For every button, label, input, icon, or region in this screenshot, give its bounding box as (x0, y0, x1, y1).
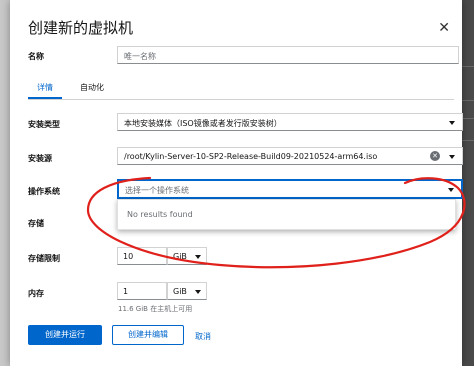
clear-icon[interactable]: ✕ (430, 151, 440, 161)
name-placeholder: 唯一名称 (124, 52, 156, 61)
os-select[interactable]: 选择一个操作系统 (117, 179, 463, 199)
tab-automation-label: 自动化 (80, 83, 104, 92)
memory-input[interactable]: 1 (117, 282, 167, 300)
chevron-down-icon (195, 255, 201, 259)
cancel-button[interactable]: 取消 (195, 331, 211, 342)
name-label: 名称 (28, 52, 44, 61)
create-and-edit-button[interactable]: 创建并编辑 (112, 325, 184, 345)
storage-unit-select[interactable]: GiB (167, 247, 207, 265)
dialog-title: 创建新的虚拟机 (28, 19, 134, 37)
os-dropdown-menu: No results found (117, 199, 456, 230)
memory-hint: 11.6 GiB 在主机上可用 (118, 305, 193, 313)
tab-automation[interactable]: 自动化 (80, 82, 104, 93)
storage-limit-input[interactable]: 10 (117, 247, 167, 265)
close-icon[interactable]: ✕ (438, 21, 450, 35)
storage-label: 存储 (28, 219, 44, 228)
storage-unit-value: GiB (173, 252, 187, 261)
no-results-text: No results found (127, 210, 193, 219)
chevron-down-icon (448, 188, 454, 192)
create-and-run-button[interactable]: 创建并运行 (28, 325, 102, 345)
os-label: 操作系统 (28, 187, 60, 196)
tab-bar: 详情 自动化 (28, 79, 454, 100)
tab-details-label: 详情 (37, 83, 53, 92)
install-type-label: 安装类型 (28, 120, 60, 129)
install-source-label: 安装源 (28, 154, 52, 163)
storage-limit-label: 存储限制 (28, 254, 60, 263)
create-vm-dialog: 创建新的虚拟机 ✕ 名称 唯一名称 详情 自动化 安装类型 本地安装媒体（ISO… (10, 0, 463, 366)
install-type-value: 本地安装媒体（ISO镜像或者发行版安装树） (124, 119, 282, 128)
storage-limit-value: 10 (123, 252, 134, 261)
install-type-select[interactable]: 本地安装媒体（ISO镜像或者发行版安装树） (117, 113, 463, 131)
install-source-value: /root/Kylin-Server-10-SP2-Release-Build0… (124, 152, 378, 161)
name-input[interactable]: 唯一名称 (117, 46, 459, 64)
os-placeholder: 选择一个操作系统 (125, 186, 189, 195)
memory-unit-select[interactable]: GiB (167, 282, 207, 300)
memory-value: 1 (123, 287, 129, 296)
tab-details[interactable]: 详情 (28, 82, 62, 99)
install-source-select[interactable]: /root/Kylin-Server-10-SP2-Release-Build0… (117, 147, 463, 165)
memory-label: 内存 (28, 289, 44, 298)
memory-unit-value: GiB (173, 287, 187, 296)
chevron-down-icon (449, 155, 455, 159)
background-page-left (0, 0, 10, 366)
chevron-down-icon (449, 121, 455, 125)
chevron-down-icon (195, 290, 201, 294)
